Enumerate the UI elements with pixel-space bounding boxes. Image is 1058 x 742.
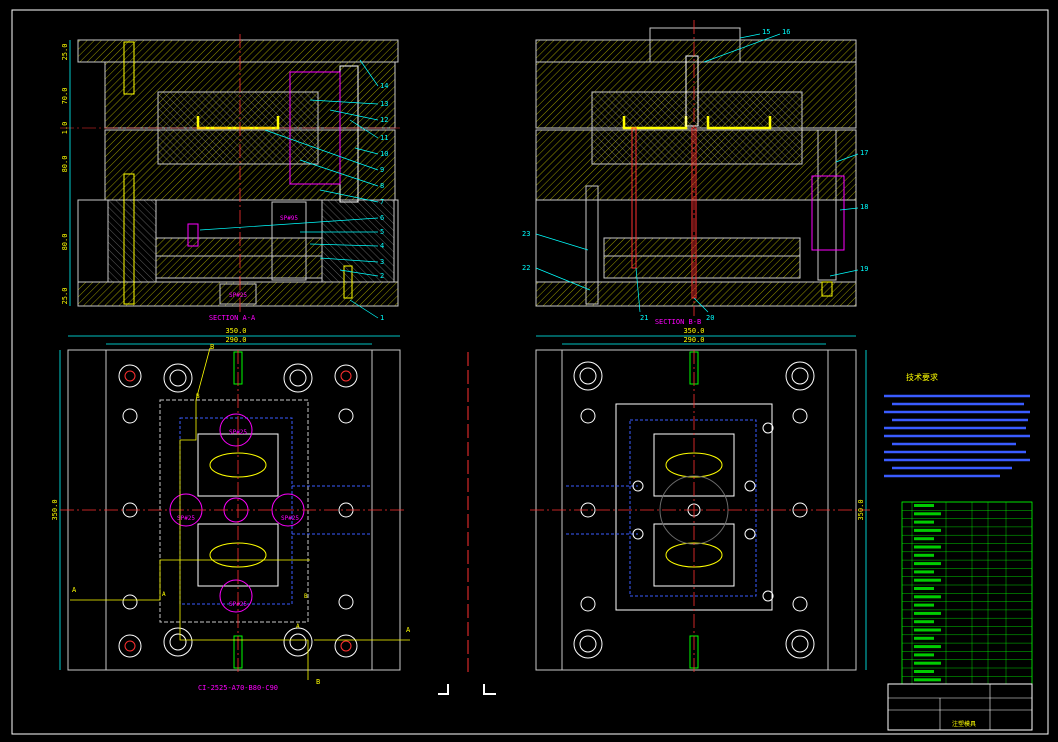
section-b-callout-15: 15 <box>762 28 770 36</box>
parts-list-cell-text <box>914 636 934 640</box>
parts-list-cell-text <box>914 603 934 607</box>
section-b-callout-19: 19 <box>860 265 868 273</box>
view-arrow-right <box>483 684 496 695</box>
title-block: 注塑模具 <box>887 683 1033 731</box>
left-plan-inner-width: 290.0 <box>225 336 246 344</box>
left-plan-mark-2: A <box>296 623 300 630</box>
parts-list-cell-text <box>914 678 941 682</box>
left-plan-mark-4: B <box>304 593 308 600</box>
left-plan-height: 350.0 <box>51 499 59 520</box>
section-a-callout-3: 3 <box>380 258 384 266</box>
section-a-top-clamp-plate <box>77 39 399 63</box>
right-plan-view: 350.0 290.0 350.0 <box>530 327 870 672</box>
parts-list-cell-text <box>914 545 941 549</box>
parts-list-table <box>901 501 1033 685</box>
right-plan-cooling-loop <box>629 419 757 597</box>
left-plan-gate-label-3: SP#25 <box>281 515 299 522</box>
cad-drawing-sheet: SP#95 SP#25 25.0 70.0 1.0 80.0 80.0 25.0 <box>11 9 1049 735</box>
section-a-dim-1: 25.0 <box>61 44 69 61</box>
section-a-callout-9: 9 <box>380 166 384 174</box>
parts-list-cell-text <box>914 537 934 541</box>
section-a-callout-5: 5 <box>380 228 384 236</box>
section-a-callout-2: 2 <box>380 272 384 280</box>
section-a-dim-5: 80.0 <box>61 234 69 251</box>
parts-list-cell-text <box>914 553 934 557</box>
left-plan-mark-3: B <box>196 393 200 400</box>
section-b-callout-17: 17 <box>860 149 868 157</box>
right-plan-outer-width: 350.0 <box>683 327 704 335</box>
section-b-callout-22: 22 <box>522 264 530 272</box>
section-b-callout-21: 21 <box>640 314 648 322</box>
section-a-spacer-left <box>107 199 157 283</box>
section-b-callout-16: 16 <box>782 28 790 36</box>
section-a-ejector-retainer <box>155 255 323 279</box>
parts-list-cell-text <box>914 562 941 566</box>
parts-list-cell-text <box>914 512 941 516</box>
parts-list-cell-text <box>914 578 941 582</box>
parts-list-cell-text <box>914 661 941 665</box>
left-plan-cut-letter-4: B <box>316 678 320 686</box>
section-b-view: 15 16 17 18 19 23 22 21 20 SECTION B-B <box>522 20 868 326</box>
technical-requirements: 技术要求 <box>884 372 1030 478</box>
section-a-spacer-right <box>321 199 395 283</box>
section-b-callout-20: 20 <box>706 314 714 322</box>
section-a-ejector-plate <box>155 237 323 257</box>
parts-list-cell-text <box>914 611 941 615</box>
section-a-dim-6: 25.0 <box>61 288 69 305</box>
section-b-callout-23: 23 <box>522 230 530 238</box>
section-a-callout-12: 12 <box>380 116 388 124</box>
section-a-tag-lower: SP#25 <box>229 292 247 299</box>
left-plan-mark-1: A <box>162 591 166 598</box>
section-a-callout-4: 4 <box>380 242 384 250</box>
left-plan-cut-letter-1: B <box>210 343 214 351</box>
section-a-callout-7: 7 <box>380 198 384 206</box>
section-a-callout-1: 1 <box>380 314 384 322</box>
title-block-designation: 注塑模具 <box>952 720 976 728</box>
left-plan-view: 350.0 290.0 350.0 SP#25 SP#25 SP#25 SP#2… <box>51 327 411 692</box>
section-a-dim-2: 70.0 <box>61 88 69 105</box>
parts-list-cell-text <box>914 620 934 624</box>
mold-base-code: CI-2525-A70-B80-C90 <box>198 684 278 692</box>
section-b-ejector-retainer <box>603 255 801 279</box>
parts-list-cell-text <box>914 528 941 532</box>
section-b-label: SECTION B-B <box>655 318 701 326</box>
section-b-ejector-plate <box>603 237 801 257</box>
right-plan-inner-width: 290.0 <box>683 336 704 344</box>
parts-list-rows <box>902 501 1032 684</box>
section-a-callout-8: 8 <box>380 182 384 190</box>
section-a-dim-3: 1.0 <box>61 122 69 135</box>
parts-list-cell-text <box>914 670 934 673</box>
section-a-dim-4: 80.0 <box>61 156 69 173</box>
tech-req-lines <box>884 394 1030 478</box>
parts-list-cell-text <box>914 520 934 524</box>
parts-list-cell-text <box>914 570 934 574</box>
section-a-callout-13: 13 <box>380 100 388 108</box>
tech-req-title: 技术要求 <box>906 372 938 382</box>
section-b-callout-18: 18 <box>860 203 868 211</box>
parts-list-cell-text <box>914 587 934 590</box>
parts-list-cell-text <box>914 653 934 657</box>
left-plan-cut-letter-2: A <box>72 586 77 594</box>
parts-list-cell-text <box>914 628 941 632</box>
section-a-callout-14: 14 <box>380 82 388 90</box>
left-plan-cut-letter-3: A <box>406 626 411 634</box>
parts-list-cell-text <box>914 595 941 599</box>
parts-list-cell-text <box>914 504 934 507</box>
section-a-dim-texts: 25.0 70.0 1.0 80.0 80.0 25.0 <box>61 44 69 305</box>
parts-list-cell-text <box>914 645 941 649</box>
section-a-callout-10: 10 <box>380 150 388 158</box>
left-plan-outer-width: 350.0 <box>225 327 246 335</box>
section-a-callout-6: 6 <box>380 214 384 222</box>
section-a-label: SECTION A-A <box>209 314 256 322</box>
section-b-top-clamp-plate <box>535 39 857 63</box>
section-a-callout-11: 11 <box>380 134 388 142</box>
view-arrow-left <box>438 684 449 695</box>
section-a-tag-upper: SP#95 <box>280 215 298 222</box>
section-a-view: SP#95 SP#25 25.0 70.0 1.0 80.0 80.0 25.0 <box>60 34 400 322</box>
